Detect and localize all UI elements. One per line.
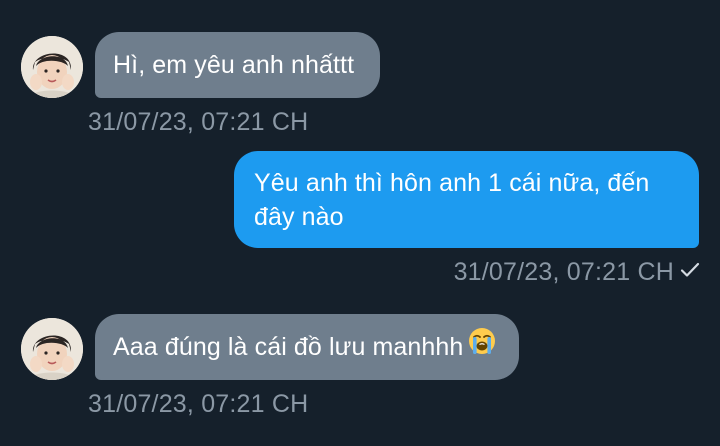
message-timestamp: 31/07/23, 07:21 CH — [88, 390, 309, 418]
message-timestamp: 31/07/23, 07:21 CH — [88, 108, 309, 136]
message-timestamp: 31/07/23, 07:21 CH — [453, 258, 674, 286]
avatar-image — [21, 318, 83, 380]
sender-avatar[interactable] — [21, 318, 83, 380]
message-bubble-outgoing[interactable]: Yêu anh thì hôn anh 1 cái nữa, đến đây n… — [234, 151, 699, 248]
loudly-crying-face-icon — [467, 326, 497, 365]
message-meta-outgoing: 31/07/23, 07:21 CH — [380, 257, 700, 287]
message-text: Hì, em yêu anh nhấttt — [113, 51, 355, 79]
avatar-image — [21, 36, 83, 98]
message-thread: Hì, em yêu anh nhấttt 31/07/23, 07:21 CH… — [0, 0, 720, 446]
check-icon — [680, 256, 700, 286]
sender-avatar[interactable] — [21, 36, 83, 98]
message-bubble-incoming[interactable]: Hì, em yêu anh nhấttt — [95, 32, 381, 98]
message-text: Aaa đúng là cái đồ lưu manhhh — [113, 333, 464, 361]
message-bubble-incoming[interactable]: Aaa đúng là cái đồ lưu manhhh — [95, 314, 520, 380]
message-text-line-1: Yêu anh thì hôn anh 1 cái nữa, đến — [254, 169, 650, 197]
message-text-line-2: đây nào — [254, 203, 344, 231]
